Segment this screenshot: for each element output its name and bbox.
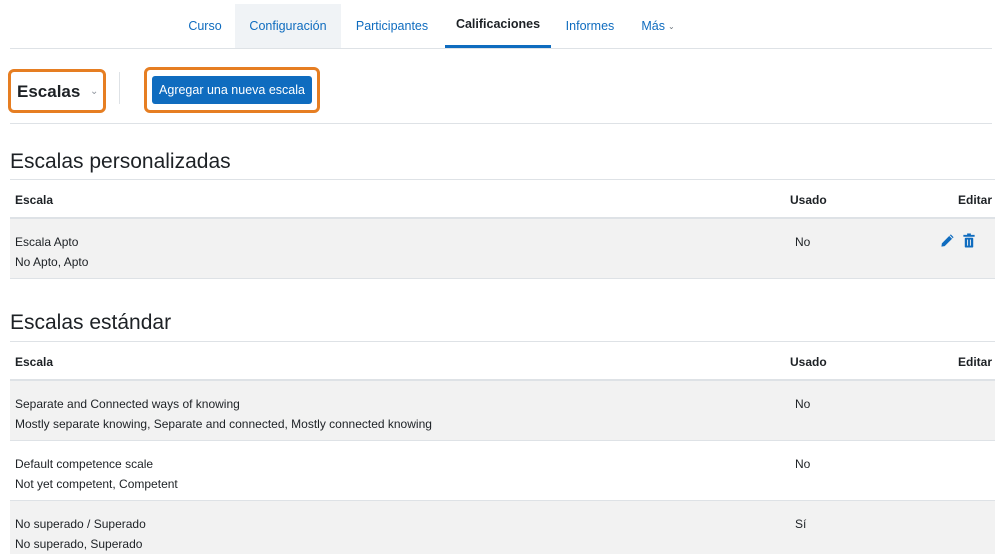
tab-mas-label: Más [641,19,665,33]
column-header-scale: Escala [15,355,54,369]
tab-informes[interactable]: Informes [559,4,621,48]
scale-name: Default competence scale [15,457,154,471]
scale-used: No [795,457,811,471]
column-header-scale: Escala [15,193,54,207]
scale-items: Not yet competent, Competent [15,477,178,491]
scale-name: Separate and Connected ways of knowing [15,397,240,411]
table-header: Escala Usado Editar [10,179,995,219]
table-header: Escala Usado Editar [10,341,995,381]
action-divider [119,72,120,104]
table-row: Separate and Connected ways of knowing M… [10,381,995,441]
column-header-used: Usado [790,193,827,207]
pencil-icon[interactable] [940,233,956,249]
scale-items: Mostly separate knowing, Separate and co… [15,417,432,431]
action-bar: Escalas ⌄ Agregar una nueva escala [0,60,1002,124]
add-scale-highlight: Agregar una nueva escala [144,67,320,113]
table-row: No superado / Superado No superado, Supe… [10,501,995,554]
scales-selector-dropdown[interactable]: Escalas ⌄ [8,69,106,113]
column-header-used: Usado [790,355,827,369]
custom-scales-heading: Escalas personalizadas [10,150,231,173]
standard-scales-heading: Escalas estándar [10,311,172,334]
standard-scales-table: Escala Usado Editar Separate and Connect… [10,341,995,554]
scale-items: No superado, Superado [15,537,143,551]
scale-items: No Apto, Apto [15,255,89,269]
tab-participantes[interactable]: Participantes [349,4,435,48]
scale-used: No [795,235,811,249]
custom-scales-table: Escala Usado Editar Escala Apto No Apto,… [10,179,995,279]
tab-mas[interactable]: Más ⌄ [634,4,682,48]
chevron-down-icon: ⌄ [90,86,99,97]
secondary-navigation: Curso Configuración Participantes Califi… [0,0,1002,50]
trash-icon[interactable] [962,233,978,249]
scale-name: Escala Apto [15,235,79,249]
tab-curso[interactable]: Curso [181,4,229,48]
scales-selector-label: Escalas [17,82,81,101]
chevron-down-icon: ⌄ [667,22,675,31]
action-bar-divider [10,123,992,124]
tab-configuracion[interactable]: Configuración [235,4,341,48]
nav-divider [10,48,992,49]
column-header-edit: Editar [957,355,992,369]
table-row: Escala Apto No Apto, Apto No [10,219,995,279]
table-row: Default competence scale Not yet compete… [10,441,995,501]
scale-used: No [795,397,811,411]
add-new-scale-button[interactable]: Agregar una nueva escala [152,76,312,104]
column-header-edit: Editar [957,193,992,207]
tab-calificaciones[interactable]: Calificaciones [445,4,551,48]
scale-name: No superado / Superado [15,517,146,531]
scale-used: Sí [795,517,807,531]
